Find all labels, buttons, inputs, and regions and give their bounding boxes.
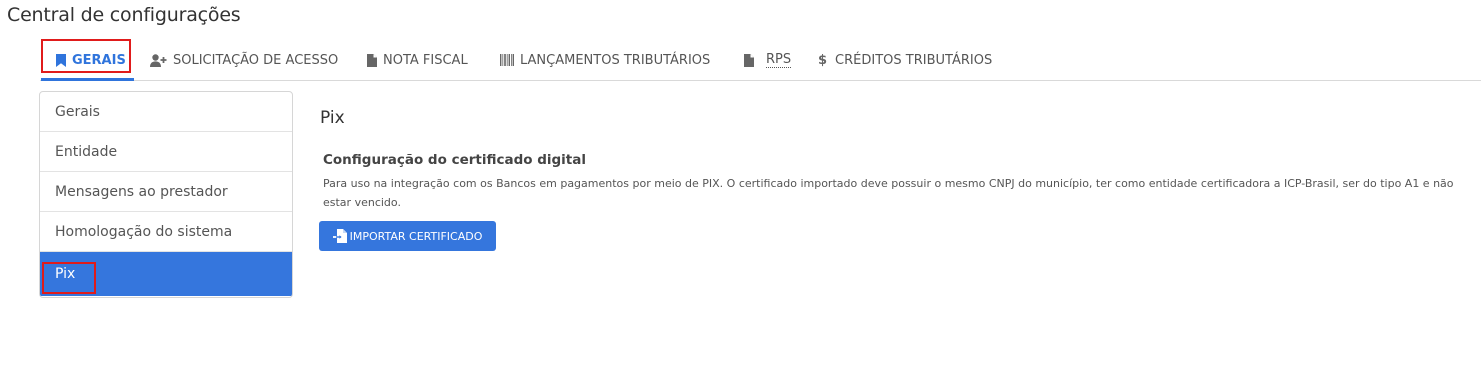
file-icon (744, 53, 754, 67)
tab-label: SOLICITAÇÃO DE ACESSO (173, 52, 339, 68)
certificate-section-title: Configuração do certificado digital (323, 152, 586, 168)
user-plus-icon (150, 53, 167, 67)
menu-item-label: Pix (55, 266, 76, 282)
tab-label: CRÉDITOS TRIBUTÁRIOS (835, 52, 993, 68)
file-import-icon (332, 229, 347, 243)
tab-nota-fiscal[interactable]: NOTA FISCAL (367, 40, 468, 80)
tab-label: GERAIS (72, 52, 126, 68)
menu-item-label: Gerais (55, 103, 100, 120)
file-icon (367, 53, 377, 67)
menu-item-label: Mensagens ao prestador (55, 183, 228, 200)
tab-solicitacao-de-acesso[interactable]: SOLICITAÇÃO DE ACESSO (150, 40, 338, 80)
side-menu-item-mensagens-ao-prestador[interactable]: Mensagens ao prestador (40, 172, 292, 212)
tab-label: LANÇAMENTOS TRIBUTÁRIOS (520, 52, 711, 68)
certificate-description: Para uso na integração com os Bancos em … (323, 177, 1454, 209)
page-title: Central de configurações (7, 4, 241, 26)
menu-item-label: Entidade (55, 143, 118, 160)
tab-bar: GERAIS SOLICITAÇÃO DE ACESSO NOTA FISCAL… (40, 40, 1481, 81)
import-certificate-button[interactable]: IMPORTAR CERTIFICADO (319, 221, 496, 251)
tab-label: NOTA FISCAL (383, 52, 468, 68)
side-menu-item-entidade[interactable]: Entidade (40, 132, 292, 172)
side-menu-item-homologacao-do-sistema[interactable]: Homologação do sistema (40, 212, 292, 252)
side-menu: Gerais Entidade Mensagens ao prestador H… (39, 91, 293, 298)
side-menu-item-pix[interactable]: Pix (40, 252, 292, 296)
menu-item-label: Homologação do sistema (55, 223, 233, 240)
dollar-icon: $ (818, 52, 828, 68)
tab-rps[interactable]: RPS (744, 40, 792, 80)
import-certificate-label: IMPORTAR CERTIFICADO (349, 229, 483, 243)
section-title: Pix (320, 108, 345, 128)
barcode-icon (500, 54, 514, 66)
side-menu-item-gerais[interactable]: Gerais (40, 92, 292, 132)
bookmark-icon (56, 53, 66, 67)
tab-creditos-tributarios[interactable]: $ CRÉDITOS TRIBUTÁRIOS (818, 40, 992, 80)
tab-gerais[interactable]: GERAIS (40, 40, 135, 81)
tab-lancamentos-tributarios[interactable]: LANÇAMENTOS TRIBUTÁRIOS (500, 40, 710, 80)
tab-label: RPS (766, 52, 792, 68)
